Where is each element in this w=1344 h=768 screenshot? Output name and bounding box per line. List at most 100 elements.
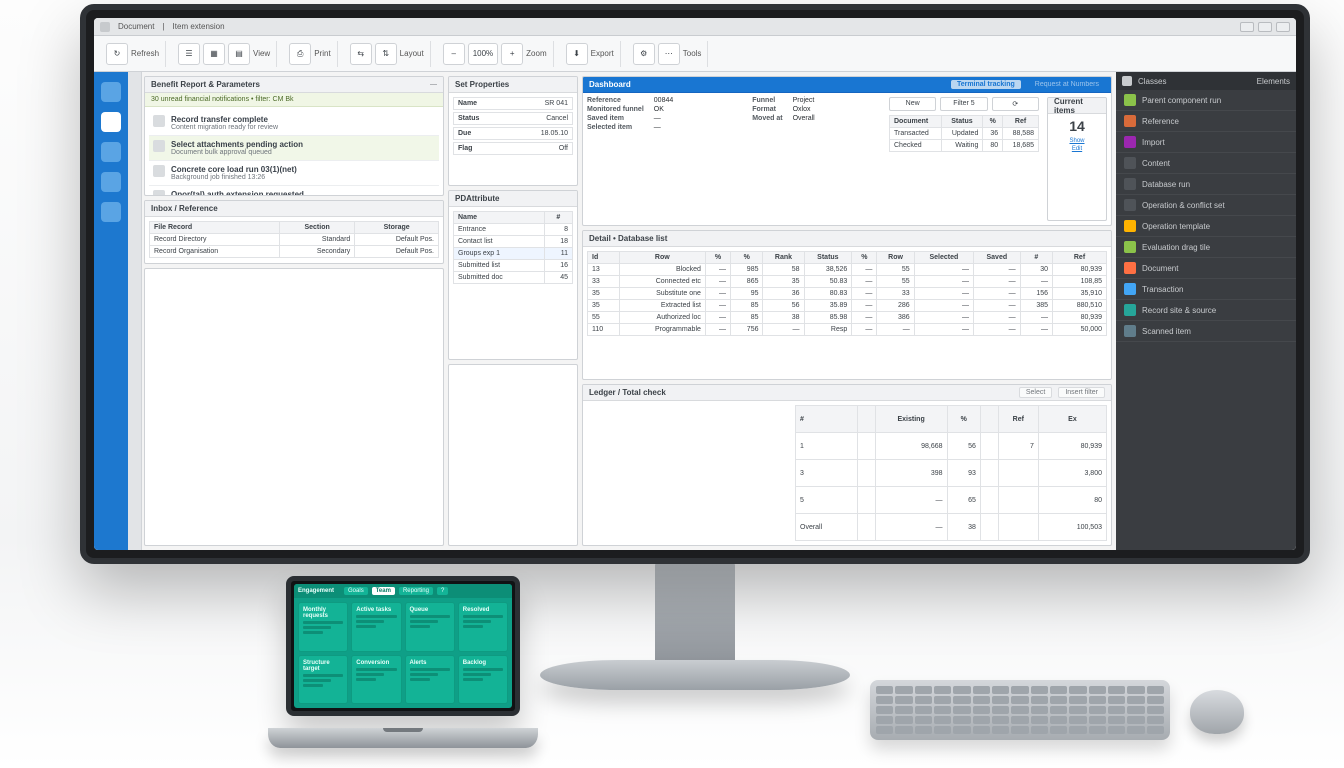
col-header[interactable]: Document (890, 116, 942, 128)
folder-table[interactable]: File RecordSectionStorageRecord Director… (149, 221, 439, 258)
ribbon-button[interactable]: ⇅ (375, 43, 397, 65)
prop-row[interactable]: NameSR 041 (453, 97, 573, 110)
message-row[interactable]: Select attachments pending actionDocumen… (149, 136, 439, 161)
table-row[interactable]: Contact list18 (454, 236, 573, 248)
table-row[interactable]: 5—6580 (796, 487, 1107, 514)
dashboard-card[interactable]: Conversion (351, 655, 401, 705)
table-row[interactable]: Record OrganisationSecondaryDefault Pos. (150, 246, 439, 258)
secondary-table[interactable]: # Existing% RefEx198,66856780,9393398933,8… (795, 405, 1107, 541)
attribute-table[interactable]: Name#Entrance8Contact list18Groups exp 1… (453, 211, 573, 284)
col-header[interactable]: Row (877, 252, 914, 264)
col-header[interactable]: % (852, 252, 877, 264)
explorer-item[interactable]: Content (1116, 153, 1296, 174)
col-header[interactable]: Ref (1053, 252, 1107, 264)
col-header[interactable]: File Record (150, 222, 280, 234)
col-header[interactable]: Existing (875, 406, 947, 433)
message-row[interactable]: Concrete core load run 03(1)(net)Backgro… (149, 161, 439, 186)
data-table[interactable]: IdRow%%RankStatus%RowSelectedSaved#Ref13… (587, 251, 1107, 336)
ribbon-button[interactable]: + (501, 43, 523, 65)
table-row[interactable]: Entrance8 (454, 224, 573, 236)
explorer-item[interactable]: Operation & conflict set (1116, 195, 1296, 216)
ribbon-button[interactable]: ⚙ (633, 43, 655, 65)
nav-rail-user-icon[interactable] (101, 142, 121, 162)
col-header[interactable]: % (983, 116, 1003, 128)
blank-editor[interactable] (144, 268, 444, 546)
detail-tab[interactable]: Terminal tracking (951, 80, 1021, 89)
mini-link[interactable]: Show (1052, 138, 1102, 144)
table-row[interactable]: 35Extracted list—855635.89—286——385880,5… (588, 300, 1107, 312)
table-row[interactable]: Groups exp 111 (454, 248, 573, 260)
nav-rail-cog-icon[interactable] (101, 202, 121, 222)
dashboard-card[interactable]: Queue (405, 602, 455, 652)
explorer-item[interactable]: Record site & source (1116, 300, 1296, 321)
table-row[interactable]: 198,66856780,939 (796, 433, 1107, 460)
minimize-button[interactable] (1240, 22, 1254, 32)
detail-tab[interactable]: Request at Numbers (1029, 80, 1105, 89)
table-row[interactable]: 35Substitute one—953680.83—33——15635,910 (588, 288, 1107, 300)
explorer-item[interactable]: Operation template (1116, 216, 1296, 237)
action-button[interactable]: Filter 5 (940, 97, 987, 111)
nav-rail-home-icon[interactable] (101, 82, 121, 102)
col-header[interactable]: Row (619, 252, 705, 264)
table-row[interactable]: Submitted doc45 (454, 272, 573, 284)
dashboard-card[interactable]: Resolved (458, 602, 508, 652)
col-header[interactable]: Ref (998, 406, 1038, 433)
dashboard-card[interactable]: Alerts (405, 655, 455, 705)
table-row[interactable]: TransactedUpdated3688,588 (890, 128, 1039, 140)
col-header[interactable]: # (544, 212, 572, 224)
laptop-tab[interactable]: Goals (344, 587, 368, 595)
col-header[interactable]: Rank (763, 252, 804, 264)
laptop-tab[interactable]: Reporting (399, 587, 433, 595)
table-row[interactable]: Overall—38100,503 (796, 514, 1107, 541)
table-row[interactable]: Submitted list16 (454, 260, 573, 272)
explorer-item[interactable]: Reference (1116, 111, 1296, 132)
col-header[interactable]: % (731, 252, 763, 264)
dashboard-card[interactable]: Monthly requests (298, 602, 348, 652)
explorer-item[interactable]: Database run (1116, 174, 1296, 195)
table-row[interactable]: 33Connected etc—8653550.83—55———108,85 (588, 276, 1107, 288)
totals-table[interactable]: DocumentStatus%RefTransactedUpdated3688,… (889, 115, 1039, 152)
col-header[interactable]: Selected (914, 252, 973, 264)
ribbon-button[interactable]: ⎙ (289, 43, 311, 65)
col-header[interactable]: # (796, 406, 858, 433)
table-row[interactable]: 3398933,800 (796, 460, 1107, 487)
col-header[interactable]: Id (588, 252, 620, 264)
close-button[interactable] (1276, 22, 1290, 32)
secondary-button[interactable]: Select (1019, 387, 1052, 398)
mini-link[interactable]: Edit (1052, 146, 1102, 152)
table-row[interactable]: 13Blocked—9855838,526—55——3080,939 (588, 264, 1107, 276)
maximize-button[interactable] (1258, 22, 1272, 32)
col-header[interactable]: % (947, 406, 980, 433)
prop-row[interactable]: FlagOff (453, 142, 573, 155)
ribbon-button[interactable]: – (443, 43, 465, 65)
ribbon-button[interactable]: ⬇ (566, 43, 588, 65)
explorer-item[interactable]: Import (1116, 132, 1296, 153)
action-button[interactable]: New (889, 97, 936, 111)
table-row[interactable]: Record DirectoryStandardDefault Pos. (150, 234, 439, 246)
ribbon-button[interactable]: ▦ (203, 43, 225, 65)
ribbon-button[interactable]: ▤ (228, 43, 250, 65)
col-header[interactable] (857, 406, 875, 433)
action-button[interactable]: ⟳ (992, 97, 1039, 111)
laptop-tab[interactable]: ? (437, 587, 448, 595)
prop-row[interactable]: Due18.05.10 (453, 127, 573, 140)
message-row[interactable]: Opor(tal) auth extension requestedRequir… (149, 186, 439, 195)
col-header[interactable]: Status (804, 252, 852, 264)
col-header[interactable]: Name (454, 212, 545, 224)
table-row[interactable]: 55Authorized loc—853885.98—386———80,939 (588, 312, 1107, 324)
ribbon-button[interactable]: ⇆ (350, 43, 372, 65)
secondary-button[interactable]: Insert filter (1058, 387, 1105, 398)
dashboard-card[interactable]: Backlog (458, 655, 508, 705)
ribbon-button[interactable]: ☰ (178, 43, 200, 65)
col-header[interactable]: Ex (1038, 406, 1106, 433)
col-header[interactable]: Section (279, 222, 354, 234)
col-header[interactable]: Saved (974, 252, 1021, 264)
explorer-item[interactable]: Document (1116, 258, 1296, 279)
system-menu-icon[interactable] (100, 22, 110, 32)
dashboard-card[interactable]: Active tasks (351, 602, 401, 652)
col-header[interactable]: Status (941, 116, 983, 128)
col-header[interactable]: # (1020, 252, 1052, 264)
laptop-tab[interactable]: Team (372, 587, 395, 595)
col-header[interactable]: % (705, 252, 730, 264)
explorer-item[interactable]: Transaction (1116, 279, 1296, 300)
